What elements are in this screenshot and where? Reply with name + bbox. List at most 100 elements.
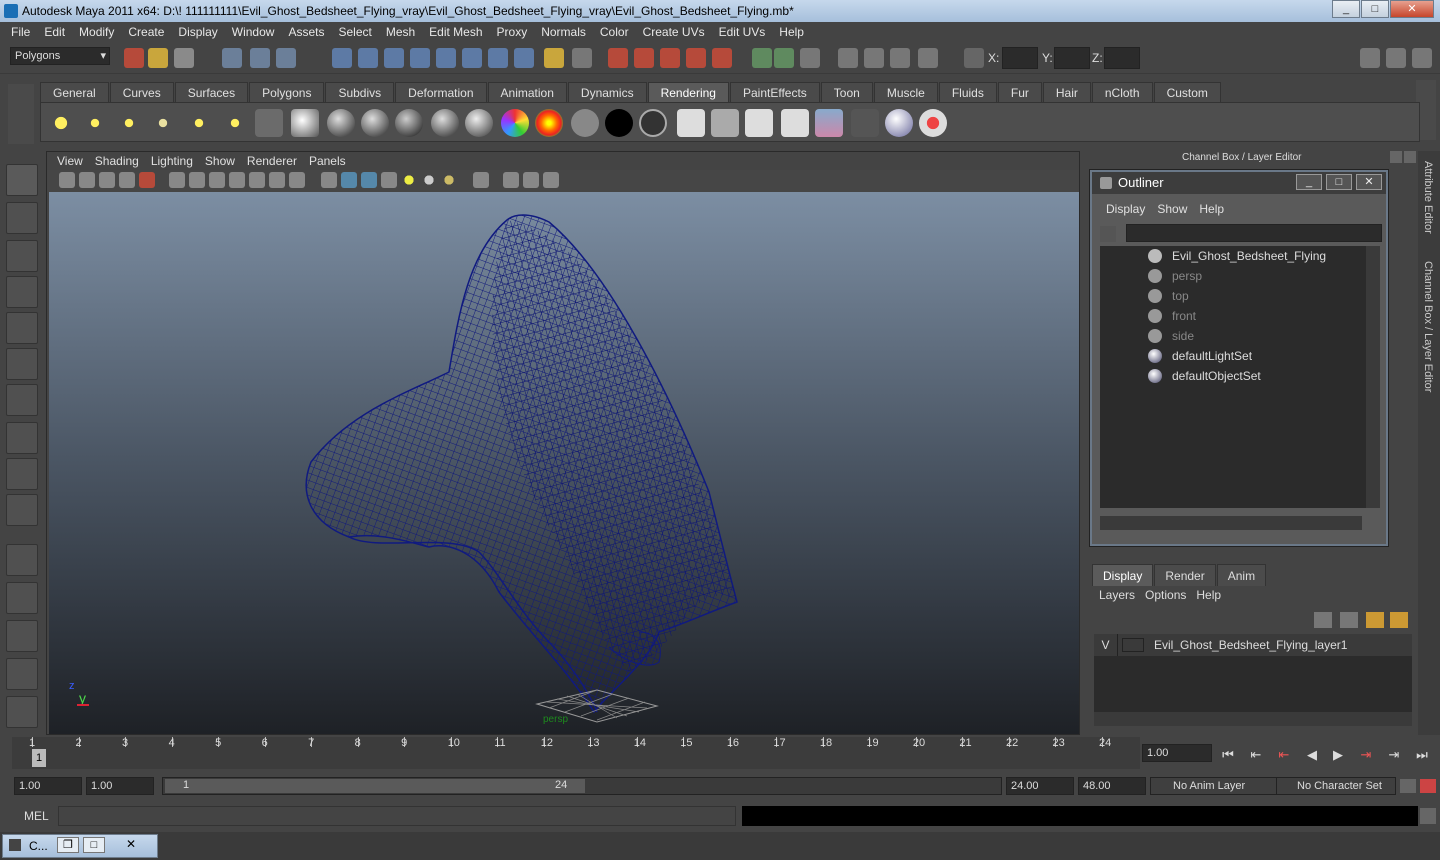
ipr-render-icon[interactable] bbox=[634, 48, 654, 68]
anisotropic-icon[interactable] bbox=[431, 109, 459, 137]
shelf-tab-deformation[interactable]: Deformation bbox=[395, 82, 487, 102]
move-layer-up-icon[interactable] bbox=[1314, 612, 1332, 628]
render-settings-shelf-icon[interactable] bbox=[781, 109, 809, 137]
select-object-icon[interactable] bbox=[250, 48, 270, 68]
panel-close-icon[interactable] bbox=[1404, 151, 1416, 163]
persp-outliner-layout-icon[interactable] bbox=[6, 620, 38, 652]
layer-visibility-toggle[interactable]: V bbox=[1094, 634, 1118, 656]
outliner-item[interactable]: top bbox=[1100, 286, 1366, 306]
x-field[interactable] bbox=[1002, 47, 1038, 69]
mel-command-input[interactable] bbox=[58, 806, 736, 826]
menu-edit-uvs[interactable]: Edit UVs bbox=[712, 25, 773, 39]
play-forwards-icon[interactable]: ▶ bbox=[1328, 747, 1348, 763]
open-scene-icon[interactable] bbox=[148, 48, 168, 68]
wireframe-icon[interactable] bbox=[321, 172, 337, 188]
field-chart-icon[interactable] bbox=[249, 172, 265, 188]
shelf-menu-icon[interactable] bbox=[8, 84, 34, 144]
mode-select[interactable]: Polygons ▾ bbox=[10, 47, 110, 65]
area-light-icon[interactable] bbox=[185, 109, 213, 137]
safe-action-icon[interactable] bbox=[269, 172, 285, 188]
go-to-start-icon[interactable]: ⏮ bbox=[1218, 747, 1238, 763]
xray-joints-icon[interactable] bbox=[523, 172, 539, 188]
step-back-key-icon[interactable]: ⇤ bbox=[1246, 747, 1266, 763]
transform-input-icon[interactable] bbox=[964, 48, 984, 68]
outliner-item[interactable]: defaultLightSet bbox=[1100, 346, 1366, 366]
show-channel-box-icon[interactable] bbox=[752, 48, 772, 68]
layer-state-toggle[interactable] bbox=[1122, 638, 1144, 652]
shelf-tab-general[interactable]: General bbox=[40, 82, 109, 102]
y-field[interactable] bbox=[1054, 47, 1090, 69]
wireframe-on-shaded-icon[interactable] bbox=[361, 172, 377, 188]
shading-map-icon[interactable] bbox=[535, 109, 563, 137]
directional-light-icon[interactable] bbox=[81, 109, 109, 137]
step-forward-key-icon[interactable]: ⇥ bbox=[1384, 747, 1404, 763]
construction-history-icon[interactable] bbox=[462, 48, 482, 68]
layer-tab-display[interactable]: Display bbox=[1092, 564, 1154, 586]
blinn-icon[interactable] bbox=[291, 109, 319, 137]
outliner-item[interactable]: Evil_Ghost_Bedsheet_Flying bbox=[1100, 246, 1366, 266]
select-camera-icon[interactable] bbox=[59, 172, 75, 188]
isolate-select-icon[interactable] bbox=[473, 172, 489, 188]
batch-render-icon[interactable] bbox=[711, 109, 739, 137]
step-back-frame-icon[interactable]: ⇤ bbox=[1274, 747, 1294, 763]
last-tool-icon[interactable] bbox=[6, 494, 38, 526]
current-time-field[interactable]: 1.00 bbox=[1142, 744, 1212, 762]
snap-grid-icon[interactable] bbox=[332, 48, 352, 68]
new-layer-icon[interactable] bbox=[1366, 612, 1384, 628]
camera-icon[interactable] bbox=[255, 109, 283, 137]
outliner-menu-display[interactable]: Display bbox=[1100, 202, 1151, 216]
camera-attributes-icon[interactable] bbox=[79, 172, 95, 188]
close-button[interactable]: ✕ bbox=[1390, 0, 1434, 18]
shelf-tab-painteffects[interactable]: PaintEffects bbox=[729, 82, 820, 102]
outliner-minimize-button[interactable]: _ bbox=[1296, 174, 1322, 190]
layer-tab-anim[interactable]: Anim bbox=[1216, 564, 1267, 586]
resolution-gate-icon[interactable] bbox=[209, 172, 225, 188]
snap-curve-icon[interactable] bbox=[358, 48, 378, 68]
hypergraph-icon[interactable] bbox=[890, 48, 910, 68]
menu-create[interactable]: Create bbox=[121, 25, 171, 39]
layer-horizontal-scrollbar[interactable] bbox=[1094, 712, 1412, 726]
attribute-editor-tab[interactable]: Attribute Editor bbox=[1422, 161, 1434, 234]
range-slider-handle[interactable]: 1 24 bbox=[165, 779, 585, 793]
menu-edit[interactable]: Edit bbox=[37, 25, 72, 39]
close-window-button[interactable]: ✕ bbox=[109, 837, 153, 853]
script-editor-icon[interactable] bbox=[1420, 808, 1436, 824]
make-live-icon[interactable] bbox=[436, 48, 456, 68]
step-forward-frame-icon[interactable]: ⇥ bbox=[1356, 747, 1376, 763]
bookmarks-icon[interactable] bbox=[99, 172, 115, 188]
viewport-menu-shading[interactable]: Shading bbox=[89, 154, 145, 168]
persp-graph-layout-icon[interactable] bbox=[6, 658, 38, 690]
filter-toggle-icon[interactable] bbox=[1100, 226, 1116, 242]
show-manipulator-icon[interactable] bbox=[6, 458, 38, 490]
menu-display[interactable]: Display bbox=[171, 25, 224, 39]
outliner-menu-show[interactable]: Show bbox=[1151, 202, 1193, 216]
menu-modify[interactable]: Modify bbox=[72, 25, 121, 39]
minimize-button[interactable]: _ bbox=[1332, 0, 1360, 18]
paint-select-tool-icon[interactable] bbox=[6, 240, 38, 272]
menu-create-uvs[interactable]: Create UVs bbox=[636, 25, 712, 39]
layer-menu-layers[interactable]: Layers bbox=[1094, 588, 1140, 602]
playback-end-field[interactable]: 24.00 bbox=[1006, 777, 1074, 795]
end-time-field[interactable]: 48.00 bbox=[1078, 777, 1146, 795]
outliner-filter-input[interactable] bbox=[1126, 224, 1382, 242]
soft-modification-icon[interactable] bbox=[6, 422, 38, 454]
3d-scene[interactable]: z y persp bbox=[49, 192, 1079, 734]
mel-label[interactable]: MEL bbox=[24, 809, 49, 823]
help-icon[interactable] bbox=[514, 48, 534, 68]
shadows-icon[interactable] bbox=[441, 172, 457, 188]
high-quality-icon[interactable] bbox=[543, 172, 559, 188]
render-layer-icon[interactable] bbox=[885, 109, 913, 137]
image-plane-icon[interactable] bbox=[119, 172, 135, 188]
select-component-icon[interactable] bbox=[276, 48, 296, 68]
menu-edit-mesh[interactable]: Edit Mesh bbox=[422, 25, 489, 39]
shelf-tab-toon[interactable]: Toon bbox=[820, 82, 873, 102]
shelf-tab-fluids[interactable]: Fluids bbox=[938, 82, 997, 102]
layered-shader-icon[interactable] bbox=[465, 109, 493, 137]
phong-icon[interactable] bbox=[361, 109, 389, 137]
layer-row[interactable]: V Evil_Ghost_Bedsheet_Flying_layer1 bbox=[1094, 634, 1412, 656]
toon-shader-icon[interactable] bbox=[639, 109, 667, 137]
shelf-tab-dynamics[interactable]: Dynamics bbox=[567, 82, 647, 102]
time-slider[interactable]: 1 2 3 4 5 6 7 8 9 10 11 12 13 14 15 16 17 18 19 20 21 22 23 24 1 bbox=[12, 737, 1140, 769]
viewport-menu-show[interactable]: Show bbox=[199, 154, 241, 168]
channel-box-tab[interactable]: Channel Box / Layer Editor bbox=[1422, 261, 1434, 392]
